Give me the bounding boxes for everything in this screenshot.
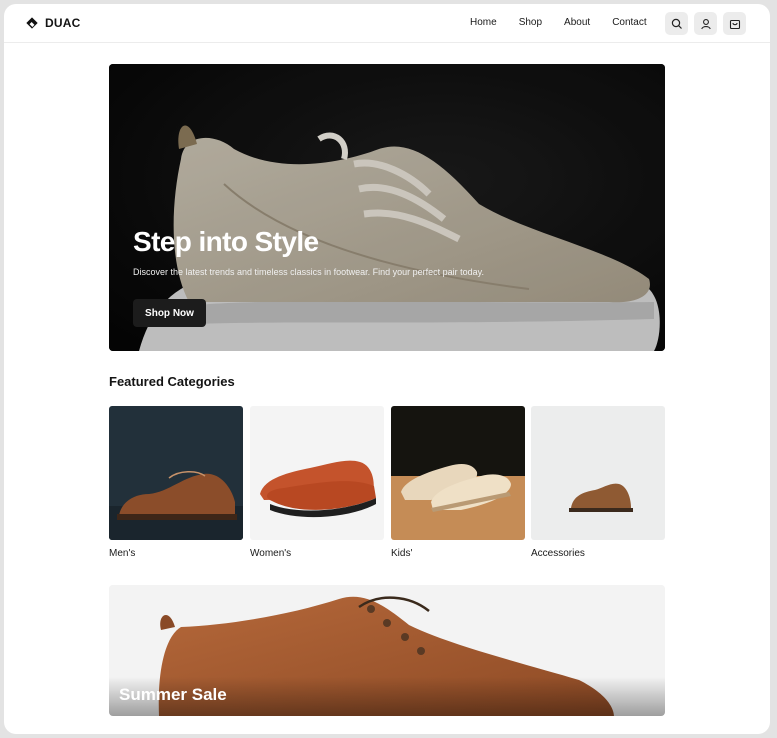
app-window: DUAC Home Shop About Contact Step into S… bbox=[4, 4, 770, 734]
nav-about[interactable]: About bbox=[564, 17, 590, 28]
site-header: DUAC Home Shop About Contact bbox=[4, 4, 770, 43]
search-button[interactable] bbox=[665, 12, 688, 35]
cart-button[interactable] bbox=[723, 12, 746, 35]
nav-shop[interactable]: Shop bbox=[519, 17, 542, 28]
category-card-accessories[interactable]: Accessories bbox=[531, 406, 665, 559]
user-icon bbox=[700, 18, 711, 29]
brand-name: DUAC bbox=[45, 16, 81, 30]
nav-home[interactable]: Home bbox=[470, 17, 497, 28]
nav-contact[interactable]: Contact bbox=[612, 17, 646, 28]
account-button[interactable] bbox=[694, 12, 717, 35]
category-label-women: Women's bbox=[250, 548, 292, 559]
hero-subtitle: Discover the latest trends and timeless … bbox=[133, 267, 484, 277]
hero-title: Step into Style bbox=[133, 226, 319, 257]
search-icon bbox=[671, 18, 682, 29]
cart-icon bbox=[729, 19, 740, 29]
category-image-kids bbox=[391, 406, 525, 540]
category-card-women[interactable]: Women's bbox=[250, 406, 384, 559]
hero-banner: Step into Style Discover the latest tren… bbox=[109, 64, 665, 351]
featured-categories-title: Featured Categories bbox=[109, 374, 235, 389]
category-label-kids: Kids' bbox=[391, 548, 413, 559]
category-image-women bbox=[250, 406, 384, 540]
shop-now-button[interactable]: Shop Now bbox=[133, 299, 206, 327]
main-nav: Home Shop About Contact bbox=[470, 17, 669, 28]
brand[interactable]: DUAC bbox=[27, 16, 80, 30]
category-card-kids[interactable]: Kids' bbox=[391, 406, 525, 559]
logo-icon bbox=[27, 18, 37, 28]
category-card-men[interactable]: Men's bbox=[109, 406, 243, 559]
promo-banner[interactable]: Summer Sale bbox=[109, 585, 665, 716]
category-label-accessories: Accessories bbox=[531, 548, 585, 559]
category-label-men: Men's bbox=[109, 548, 136, 559]
category-image-accessories bbox=[531, 406, 665, 540]
category-image-men bbox=[109, 406, 243, 540]
promo-title: Summer Sale bbox=[119, 685, 227, 704]
